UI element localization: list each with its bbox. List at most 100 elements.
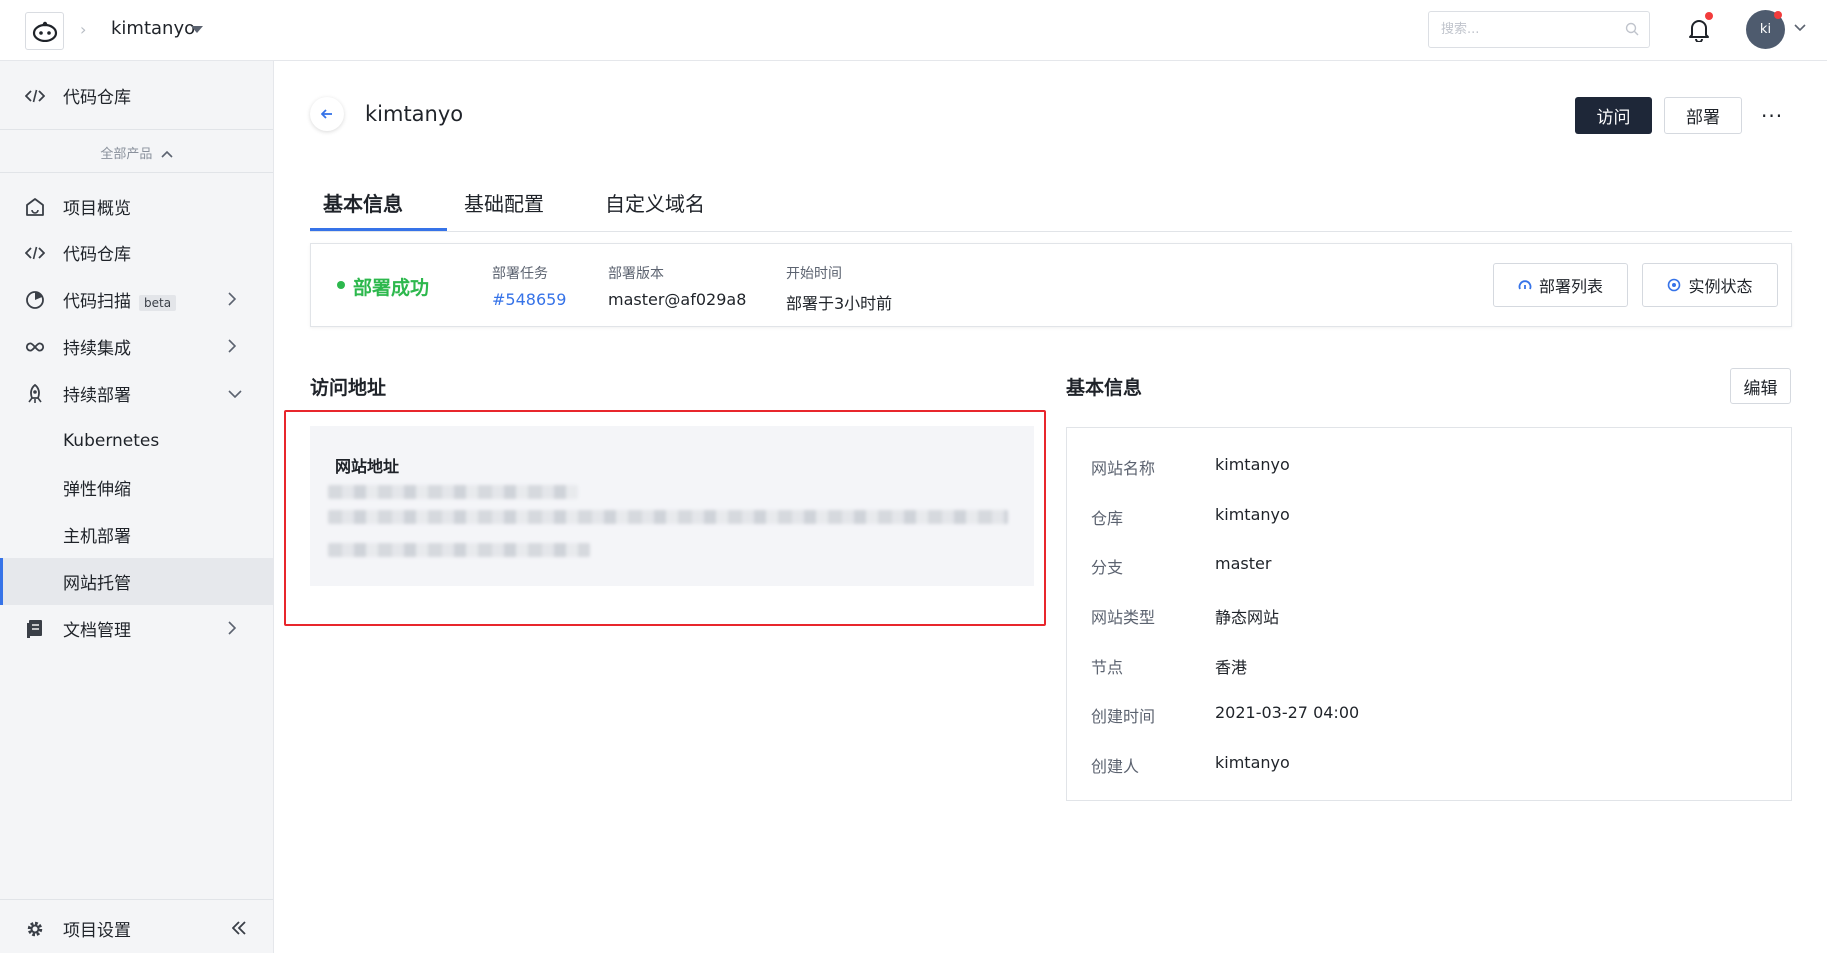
start-time-value: 部署于3小时前 — [786, 294, 893, 313]
chevron-right-icon — [228, 292, 236, 306]
chevron-right-icon — [228, 339, 236, 353]
tab-bar: 基本信息 基础配置 自定义域名 — [310, 180, 1792, 232]
start-time-label: 开始时间 — [786, 266, 842, 282]
info-key: 节点 — [1091, 658, 1124, 677]
home-icon — [25, 197, 45, 217]
divider — [0, 129, 273, 130]
back-button[interactable] — [310, 97, 344, 131]
sidebar-sub-label: Kubernetes — [63, 430, 160, 451]
status-text: 部署成功 — [353, 277, 430, 299]
scan-label: 代码扫描 — [63, 292, 131, 312]
info-value: 静态网站 — [1215, 608, 1280, 627]
avatar-initials: ki — [1759, 22, 1772, 37]
code-icon — [25, 243, 45, 263]
tab-basic-info[interactable]: 基本信息 — [323, 188, 403, 217]
top-bar: › kimtanyo ki — [0, 0, 1827, 61]
sidebar-sub-autoscaling[interactable]: 弹性伸缩 — [0, 464, 273, 511]
info-value: kimtanyo — [1215, 753, 1290, 772]
sidebar-item-label: 项目概览 — [63, 199, 131, 219]
info-key: 创建人 — [1091, 757, 1140, 776]
sidebar-item-repo[interactable]: 代码仓库 — [0, 229, 273, 276]
sidebar-item-docs[interactable]: 文档管理 — [0, 605, 273, 652]
deploy-list-label: 部署列表 — [1538, 279, 1603, 296]
info-key: 网站名称 — [1091, 459, 1156, 478]
basic-info-section-title: 基本信息 — [1066, 377, 1143, 399]
all-products-toggle[interactable]: 全部产品 — [0, 140, 273, 170]
sidebar-item-label: 代码仓库 — [63, 245, 131, 265]
info-value: kimtanyo — [1215, 505, 1290, 524]
logo-icon — [32, 21, 57, 42]
sidebar-item-ci[interactable]: 持续集成 — [0, 323, 273, 370]
sidebar-sub-label: 弹性伸缩 — [63, 480, 131, 500]
avatar-notification-dot — [1774, 11, 1782, 19]
blurred-url-text — [328, 485, 578, 499]
scan-icon — [25, 290, 45, 310]
info-value: 2021-03-27 04:00 — [1215, 703, 1360, 722]
chevron-right-icon — [228, 621, 236, 635]
sidebar: 代码仓库 全部产品 项目概览 代码仓库 代码扫描 beta 持续集成 持续部署 … — [0, 61, 274, 953]
tab-basic-config[interactable]: 基础配置 — [464, 188, 544, 217]
basic-info-card: 网站名称 kimtanyo 仓库 kimtanyo 分支 master 网站类型… — [1066, 427, 1792, 801]
sidebar-item-repo-top[interactable]: 代码仓库 — [0, 72, 273, 119]
document-icon — [25, 619, 45, 639]
divider — [0, 899, 273, 900]
sidebar-item-label: 持续集成 — [63, 339, 131, 359]
code-icon — [25, 86, 45, 106]
gear-icon — [25, 919, 45, 939]
tab-custom-domain[interactable]: 自定义域名 — [605, 188, 705, 217]
sidebar-sub-label: 主机部署 — [63, 527, 131, 547]
site-url-label: 网站地址 — [335, 457, 400, 476]
sidebar-item-label: 代码仓库 — [63, 88, 131, 108]
arrow-left-icon — [321, 109, 332, 119]
more-button[interactable]: ··· — [1761, 104, 1783, 128]
info-key: 网站类型 — [1091, 608, 1156, 627]
page-title: kimtanyo — [365, 102, 464, 126]
sidebar-item-scan[interactable]: 代码扫描 beta — [0, 276, 273, 323]
visit-button[interactable]: 访问 — [1575, 97, 1652, 134]
info-value: master — [1215, 554, 1272, 573]
target-icon — [1668, 278, 1681, 292]
divider — [0, 172, 273, 173]
instance-status-button[interactable]: 实例状态 — [1642, 263, 1778, 307]
info-key: 分支 — [1091, 558, 1124, 577]
sidebar-item-label: 代码扫描 beta — [63, 287, 177, 312]
sidebar-sub-web-hosting[interactable]: 网站托管 — [0, 558, 273, 605]
search-icon[interactable] — [1625, 22, 1639, 36]
sidebar-item-cd[interactable]: 持续部署 — [0, 370, 273, 417]
logo[interactable] — [25, 12, 64, 50]
edit-button[interactable]: 编辑 — [1730, 368, 1791, 404]
project-switcher[interactable]: kimtanyo — [111, 18, 195, 39]
deploy-list-button[interactable]: 部署列表 — [1493, 263, 1628, 307]
deploy-status-card: 部署成功 部署任务 #548659 部署版本 master@af029a8 开始… — [310, 243, 1792, 327]
all-products-label: 全部产品 — [100, 147, 153, 162]
task-link[interactable]: #548659 — [492, 290, 566, 309]
sidebar-sub-host-deploy[interactable]: 主机部署 — [0, 511, 273, 558]
deploy-button[interactable]: 部署 — [1664, 97, 1742, 134]
beta-badge: beta — [139, 295, 177, 311]
info-key: 创建时间 — [1091, 707, 1156, 726]
sidebar-item-settings[interactable]: 项目设置 — [0, 905, 273, 952]
sidebar-item-label: 文档管理 — [63, 621, 131, 641]
chevron-up-icon — [161, 150, 173, 158]
collapse-sidebar-icon[interactable] — [232, 921, 246, 935]
infinity-icon — [25, 337, 45, 357]
instance-status-label: 实例状态 — [1688, 279, 1753, 296]
sidebar-item-overview[interactable]: 项目概览 — [0, 183, 273, 230]
bell-icon[interactable] — [1688, 18, 1710, 42]
search-input[interactable] — [1429, 12, 1609, 47]
search-box — [1428, 11, 1650, 48]
sidebar-item-label: 项目设置 — [63, 921, 131, 941]
blurred-url-text — [328, 543, 590, 557]
active-tab-indicator — [310, 228, 447, 231]
blurred-url-text — [328, 510, 1008, 524]
sidebar-item-label: 持续部署 — [63, 386, 131, 406]
chevron-right-icon: › — [80, 20, 87, 39]
gauge-icon — [1518, 280, 1532, 290]
chevron-down-icon[interactable] — [1794, 24, 1806, 32]
caret-down-icon[interactable] — [191, 26, 203, 33]
sidebar-sub-label: 网站托管 — [63, 574, 131, 594]
status-dot — [337, 281, 345, 289]
sidebar-sub-kubernetes[interactable]: Kubernetes — [0, 417, 273, 464]
access-section-title: 访问地址 — [310, 377, 387, 399]
notification-dot — [1705, 12, 1713, 20]
